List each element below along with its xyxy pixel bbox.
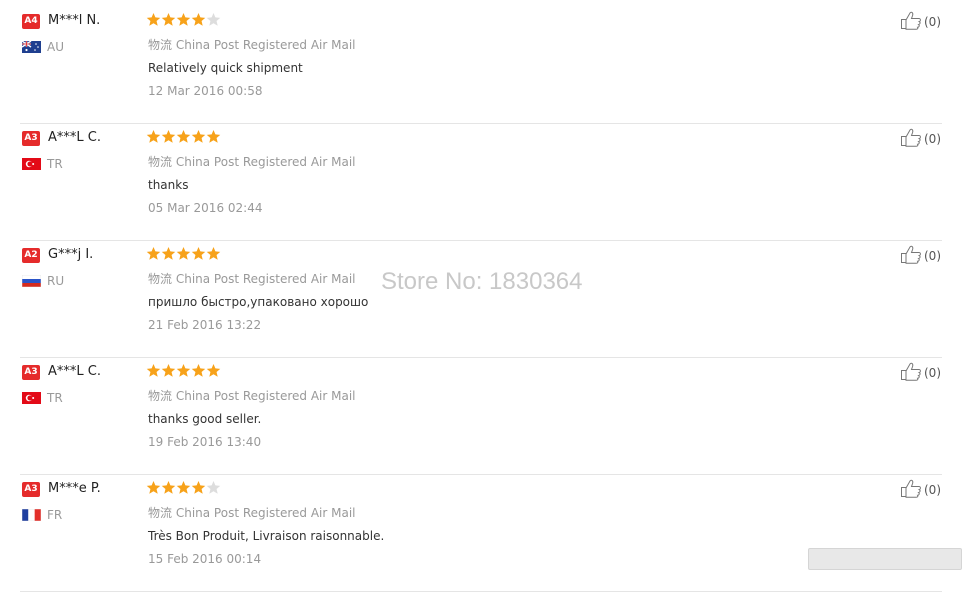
review-date: 19 Feb 2016 13:40 [148,435,262,449]
buyer-name: G***j I. [48,247,94,262]
star-icon [176,129,191,144]
buyer-level-badge: A3 [22,365,40,380]
country-code: TR [47,391,63,405]
star-icon [176,12,191,27]
star-icon [176,363,191,378]
helpful-count: (0) [924,15,941,29]
buyer-name: A***L C. [48,130,101,145]
shipping-method: 物流 China Post Registered Air Mail [148,270,355,287]
star-icon [146,480,161,495]
country-flag-icon [22,158,41,170]
shipping-name: China Post Registered Air Mail [175,38,356,52]
shipping-name: China Post Registered Air Mail [175,272,356,286]
buyer-level-badge: A3 [22,482,40,497]
country-code: RU [47,274,65,288]
star-rating [146,480,221,498]
star-icon [146,363,161,378]
star-icon [161,12,176,27]
review-date: 12 Mar 2016 00:58 [148,84,263,98]
country-flag-icon [22,509,41,521]
shipping-label: 物流 [148,506,173,520]
thumbs-up-icon [900,362,922,384]
country-flag-icon [22,392,41,404]
review-item: A3 M***e P. FR 物流 China Post Registered Air… [0,475,944,592]
review-item: A3 A***L C. TR 物流 China Post Registered Air… [0,358,944,475]
shipping-method: 物流 China Post Registered Air Mail [148,504,355,521]
buyer-level-badge: A2 [22,248,40,263]
shipping-label: 物流 [148,155,173,169]
country-flag-icon [22,41,41,53]
shipping-name: China Post Registered Air Mail [175,155,356,169]
star-icon [176,246,191,261]
review-item: A4 M***l N. AU 物流 China Post Registered Air… [0,7,944,124]
star-icon [191,246,206,261]
helpful-button[interactable]: (0) [900,362,941,384]
helpful-count: (0) [924,366,941,380]
star-icon [161,363,176,378]
review-date: 05 Mar 2016 02:44 [148,201,263,215]
star-rating [146,12,221,30]
thumbs-up-icon [900,479,922,501]
helpful-count: (0) [924,249,941,263]
star-icon [206,246,221,261]
country-code: FR [47,508,63,522]
helpful-button[interactable]: (0) [900,245,941,267]
thumbs-up-icon [900,11,922,33]
thumbs-up-icon [900,128,922,150]
star-icon [146,246,161,261]
buyer-level-badge: A3 [22,131,40,146]
country-code: AU [47,40,64,54]
shipping-name: China Post Registered Air Mail [175,506,356,520]
star-icon [206,363,221,378]
buyer-name: M***l N. [48,13,101,28]
review-item: A3 A***L C. TR 物流 China Post Registered Air… [0,124,944,241]
review-comment: thanks good seller. [148,412,262,426]
thumbs-up-icon [900,245,922,267]
shipping-method: 物流 China Post Registered Air Mail [148,36,355,53]
star-rating [146,246,221,264]
star-icon [191,129,206,144]
star-icon [206,480,221,495]
country-code: TR [47,157,63,171]
star-icon [206,12,221,27]
helpful-count: (0) [924,483,941,497]
shipping-method: 物流 China Post Registered Air Mail [148,387,355,404]
shipping-method: 物流 China Post Registered Air Mail [148,153,355,170]
review-date: 15 Feb 2016 00:14 [148,552,262,566]
star-icon [146,12,161,27]
buyer-level-badge: A4 [22,14,40,29]
star-icon [161,480,176,495]
helpful-button[interactable]: (0) [900,479,941,501]
review-date: 21 Feb 2016 13:22 [148,318,262,332]
star-icon [146,129,161,144]
star-icon [206,129,221,144]
helpful-button[interactable]: (0) [900,128,941,150]
helpful-count: (0) [924,132,941,146]
review-comment: Très Bon Produit, Livraison raisonnable. [148,529,385,543]
buyer-name: A***L C. [48,364,101,379]
star-icon [191,12,206,27]
buyer-name: M***e P. [48,481,101,496]
star-icon [161,129,176,144]
country-flag-icon [22,275,41,287]
helpful-button[interactable]: (0) [900,11,941,33]
star-rating [146,363,221,381]
star-icon [191,480,206,495]
shipping-label: 物流 [148,389,173,403]
shipping-label: 物流 [148,38,173,52]
shipping-label: 物流 [148,272,173,286]
star-icon [191,363,206,378]
shipping-name: China Post Registered Air Mail [175,389,356,403]
review-comment: thanks [148,178,189,192]
star-icon [176,480,191,495]
corner-button[interactable] [808,548,962,570]
review-item: A2 G***j I. RU 物流 China Post Registered Air… [0,241,944,358]
review-comment: Relatively quick shipment [148,61,303,75]
star-rating [146,129,221,147]
star-icon [161,246,176,261]
review-comment: пришло быстро,упаковано хорошо [148,295,369,309]
